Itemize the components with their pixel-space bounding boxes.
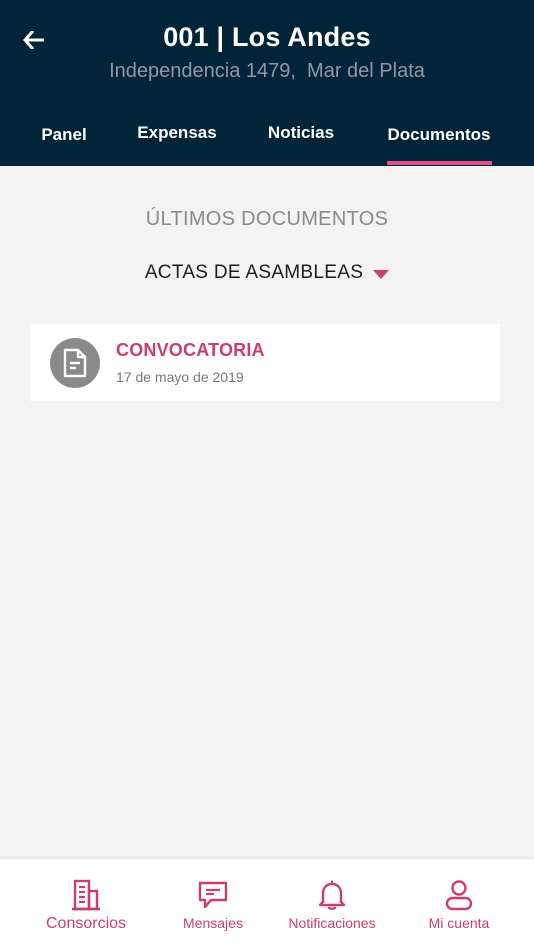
document-title: CONVOCATORIA [116, 340, 265, 360]
caret-down-icon [373, 269, 390, 279]
document-icon [50, 337, 100, 388]
nav-mensajes[interactable]: Mensajes [168, 859, 258, 950]
document-date: 17 de mayo de 2019 [116, 369, 244, 385]
tab-expensas[interactable]: Expensas [128, 102, 226, 164]
user-icon [444, 879, 474, 911]
category-label: ACTAS DE ASAMBLEAS [144, 262, 364, 283]
active-tab-indicator [387, 161, 492, 165]
nav-label-mensajes: Mensajes [183, 915, 243, 931]
tab-bar: Panel Expensas Noticias Documentos [0, 104, 534, 166]
section-title: ÚLTIMOS DOCUMENTOS [145, 208, 389, 230]
nav-label-notificaciones: Notificaciones [288, 915, 376, 931]
tab-panel[interactable]: Panel [22, 104, 106, 166]
bottom-navigation: Consorcios Mensajes Notificaciones Mi cu… [0, 858, 534, 950]
document-item[interactable]: CONVOCATORIA 17 de mayo de 2019 [30, 324, 500, 401]
category-dropdown[interactable]: ACTAS DE ASAMBLEAS [0, 262, 534, 284]
building-icon [71, 879, 101, 911]
document-text: CONVOCATORIA 17 de mayo de 2019 [116, 340, 265, 385]
address-subtitle: Independencia 1479, Mar del Plata [109, 60, 425, 82]
page-title: 001 | Los Andes [163, 22, 371, 52]
nav-mi-cuenta[interactable]: Mi cuenta [414, 859, 504, 950]
message-icon [197, 879, 229, 911]
nav-label-mi-cuenta: Mi cuenta [428, 915, 490, 931]
documents-content: ÚLTIMOS DOCUMENTOS ACTAS DE ASAMBLEAS CO… [0, 166, 534, 858]
app-header: 001 | Los Andes Independencia 1479, Mar … [0, 0, 534, 166]
tab-documentos[interactable]: Documentos [380, 104, 498, 166]
nav-label-consorcios: Consorcios [45, 915, 127, 932]
nav-consorcios[interactable]: Consorcios [36, 859, 136, 950]
nav-notificaciones[interactable]: Notificaciones [280, 859, 384, 950]
bell-icon [317, 879, 347, 911]
tab-noticias[interactable]: Noticias [256, 102, 346, 164]
